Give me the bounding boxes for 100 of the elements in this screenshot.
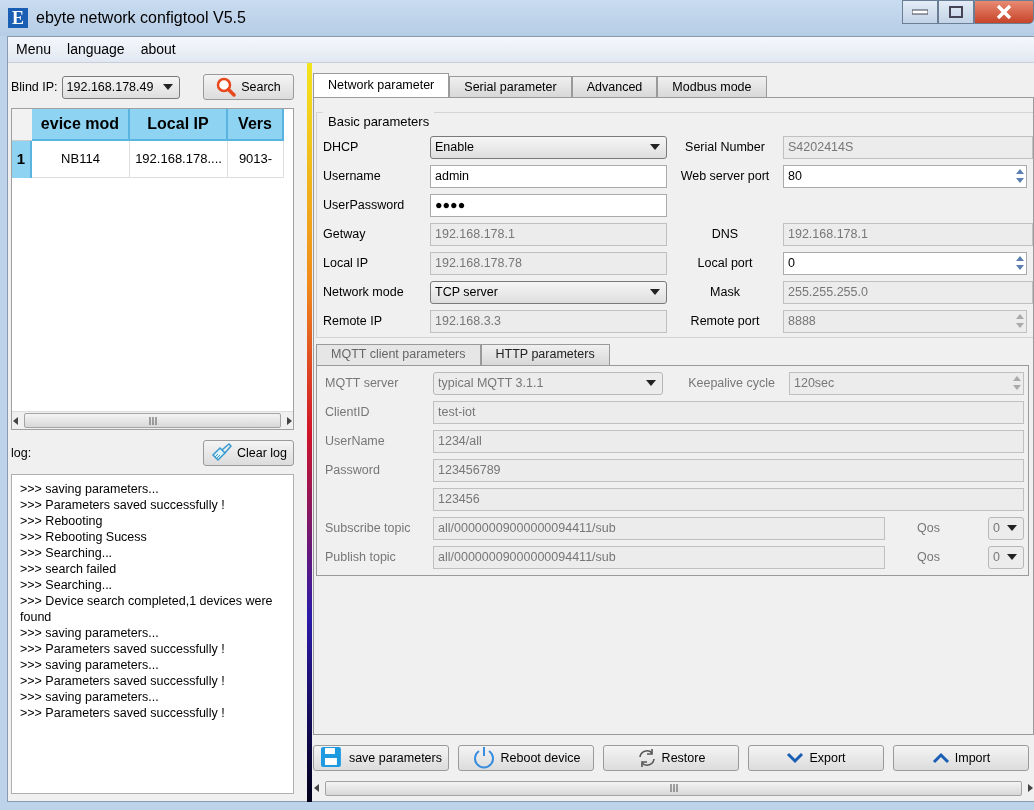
- column-header[interactable]: Local IP: [130, 109, 228, 141]
- tab[interactable]: Modbus mode: [657, 76, 767, 97]
- horizontal-scrollbar[interactable]: [313, 778, 1034, 798]
- tab[interactable]: HTTP parameters: [480, 343, 610, 365]
- spin-box[interactable]: 0: [783, 251, 1027, 275]
- table-corner: [12, 109, 32, 141]
- scroll-right-icon: [285, 416, 293, 425]
- search-icon: [216, 77, 237, 97]
- spinner-arrows-icon: [1014, 167, 1026, 185]
- scroll-right-icon: [1026, 784, 1034, 792]
- dropdown[interactable]: TCP server: [430, 280, 667, 304]
- spinner-arrows-icon: [1011, 374, 1023, 392]
- log-line: >>> saving parameters...: [20, 657, 160, 673]
- spin-box[interactable]: 80: [783, 164, 1027, 188]
- field-label: UserPassword: [323, 196, 406, 214]
- scroll-left-icon: [12, 416, 20, 425]
- field-label: Publish topic: [325, 548, 397, 566]
- field-label: Remote IP: [323, 312, 384, 330]
- grip-icon: [147, 416, 158, 425]
- caret-icon: [1007, 525, 1017, 531]
- log-line: >>> saving parameters...: [20, 625, 160, 641]
- row-header[interactable]: 1: [12, 141, 32, 178]
- menu-item[interactable]: language: [67, 39, 125, 60]
- caret-icon: [162, 84, 173, 90]
- log-line: >>> Parameters saved successfully !: [20, 705, 226, 721]
- log-line: >>> saving parameters...: [20, 689, 160, 705]
- tab[interactable]: Network parameter: [313, 73, 450, 97]
- table-cell: NB114: [32, 141, 130, 178]
- log-label: log:: [11, 444, 32, 462]
- column-header[interactable]: evice mod: [32, 109, 130, 141]
- maximize-button[interactable]: [938, 0, 974, 24]
- action-button[interactable]: Export: [748, 745, 884, 771]
- caret-icon: [1007, 554, 1017, 560]
- field-label: Qos: [917, 519, 940, 537]
- tab[interactable]: Advanced: [571, 76, 658, 97]
- field-label: Mask: [709, 283, 741, 301]
- input-field[interactable]: admin: [430, 164, 667, 188]
- caret-icon: [646, 380, 656, 386]
- caret-icon: [650, 289, 660, 295]
- log-line: >>> Parameters saved successfully !: [20, 497, 226, 513]
- log-line: >>> Device search completed,1 devices were found: [20, 593, 274, 625]
- log-line: >>> Rebooting Sucess: [20, 529, 148, 545]
- minimize-button[interactable]: [902, 0, 938, 24]
- horizontal-scrollbar[interactable]: [12, 411, 293, 429]
- field-label: Remote port: [689, 312, 761, 330]
- field-label: Web server port: [679, 167, 771, 185]
- field-label: ClientID: [325, 403, 371, 421]
- input-field[interactable]: ●●●●: [430, 193, 667, 217]
- field-label: Keepalive cycle: [688, 374, 775, 392]
- action-button[interactable]: save parameters: [313, 745, 449, 771]
- field-label: Qos: [917, 548, 940, 566]
- field-label: Local IP: [323, 254, 370, 272]
- field-label: Getway: [323, 225, 367, 243]
- tab[interactable]: Serial parameter: [449, 76, 572, 97]
- tab[interactable]: MQTT client parameters: [316, 343, 481, 365]
- scroll-thumb[interactable]: [325, 780, 1022, 796]
- spinner-arrows-icon: [1014, 254, 1026, 272]
- refresh-icon: [636, 748, 657, 768]
- field-label: Subscribe topic: [325, 519, 412, 537]
- scroll-thumb[interactable]: [24, 413, 281, 428]
- group-title: Basic parameters: [323, 112, 435, 132]
- grip-icon: [668, 784, 679, 792]
- field-label: DHCP: [323, 138, 360, 156]
- action-button[interactable]: Reboot device: [458, 745, 594, 771]
- log-line: >>> Searching...: [20, 545, 114, 561]
- log-line: >>> saving parameters...: [20, 481, 160, 497]
- log-line: >>> Parameters saved successfully !: [20, 673, 226, 689]
- field-label: Serial Number: [684, 138, 766, 156]
- minimize-icon: [912, 9, 928, 15]
- spinner-arrows-icon: [1014, 312, 1026, 330]
- ip-dropdown[interactable]: 192.168.178.49: [61, 75, 180, 99]
- field-label: Password: [325, 461, 381, 479]
- dropdown[interactable]: Enable: [430, 135, 667, 159]
- maximize-icon: [949, 6, 963, 18]
- field-label: Username: [323, 167, 382, 185]
- action-button[interactable]: Import: [893, 745, 1029, 771]
- clear-log-button[interactable]: Clear log: [203, 440, 294, 466]
- table-cell: 192.168.178....: [130, 141, 228, 178]
- field-label: UserName: [325, 432, 386, 450]
- field-label: DNS: [710, 225, 740, 243]
- close-button[interactable]: [974, 0, 1034, 24]
- caret-icon: [650, 144, 660, 150]
- field-label: Local port: [696, 254, 754, 272]
- scroll-left-icon: [313, 784, 321, 792]
- log-line: >>> Searching...: [20, 577, 114, 593]
- power-icon: [471, 746, 496, 770]
- search-button[interactable]: Search: [203, 74, 294, 100]
- log-line: >>> Parameters saved successfully !: [20, 641, 226, 657]
- log-line: >>> search failed: [20, 561, 118, 577]
- app-logo: E: [8, 8, 28, 28]
- action-button[interactable]: Restore: [603, 745, 739, 771]
- menu-item[interactable]: about: [140, 39, 176, 60]
- table-cell: 9013-: [228, 141, 284, 178]
- brush-icon: [210, 443, 232, 463]
- window-title: ebyte network configtool V5.5: [36, 8, 246, 28]
- field-label: Network mode: [323, 283, 405, 301]
- field-label: MQTT server: [325, 374, 400, 392]
- menu-item[interactable]: Menu: [16, 39, 52, 60]
- column-header[interactable]: Vers: [228, 109, 284, 141]
- log-line: >>> Rebooting: [20, 513, 104, 529]
